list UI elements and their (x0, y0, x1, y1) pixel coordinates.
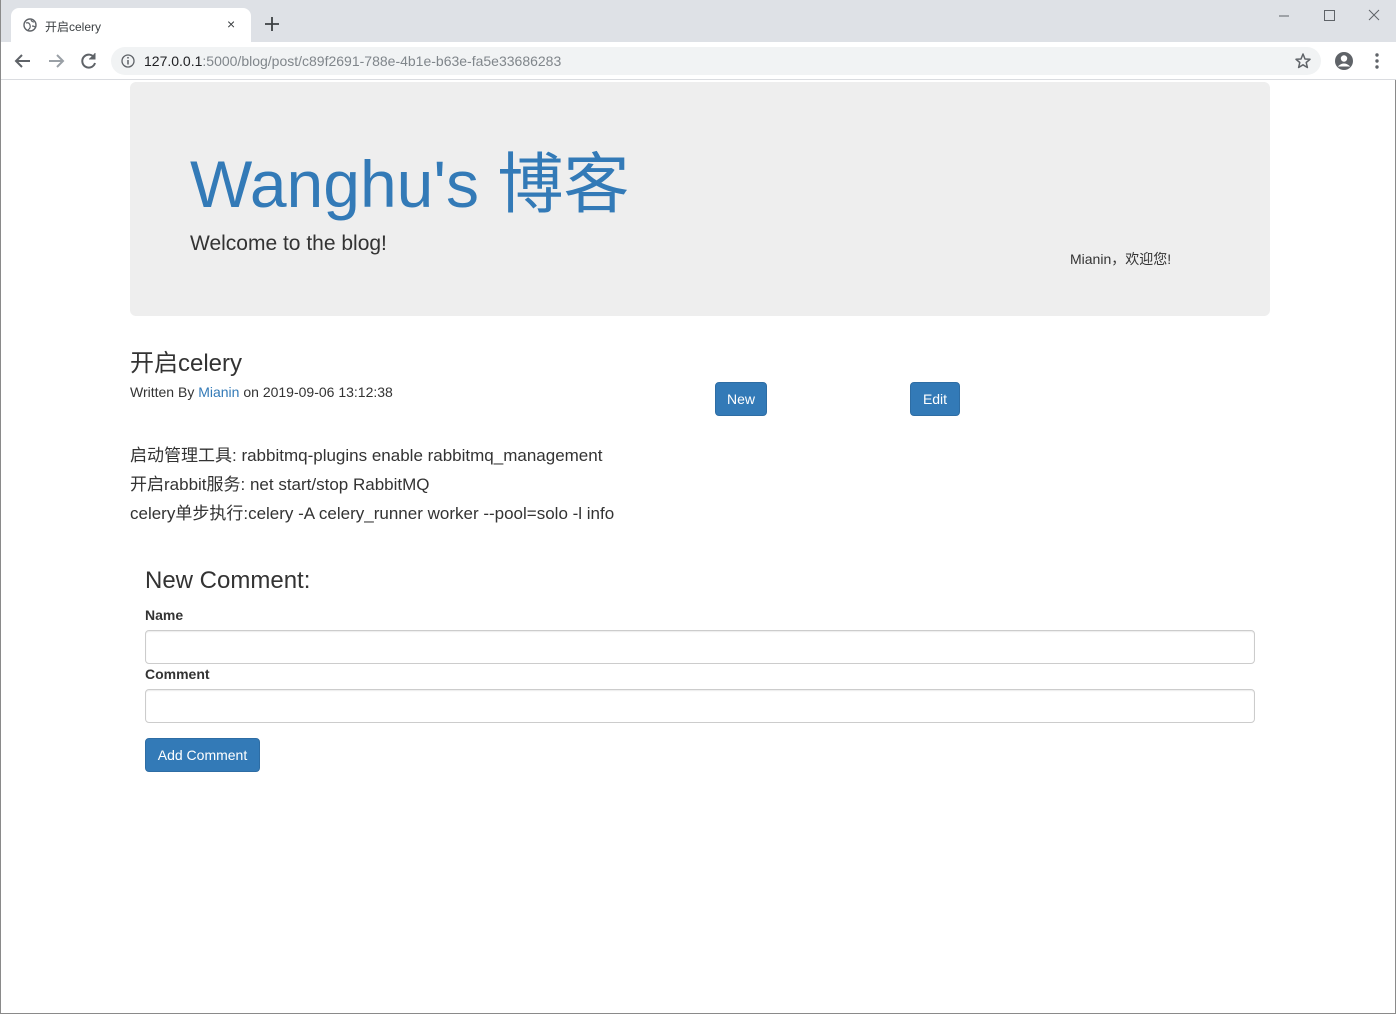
kebab-menu-icon[interactable] (1369, 51, 1385, 71)
url-text: 127.0.0.1:5000/blog/post/c89f2691-788e-4… (144, 53, 561, 69)
reload-icon[interactable] (79, 51, 99, 71)
close-window-icon[interactable] (1359, 6, 1389, 26)
url-path: :5000/blog/post/c89f2691-788e-4b1e-b63e-… (202, 53, 562, 69)
post-body: 启动管理工具: rabbitmq-plugins enable rabbitmq… (130, 441, 614, 528)
site-subtitle: Welcome to the blog! (190, 232, 387, 255)
comment-form: New Comment: Name Comment Add Comment (145, 566, 1255, 772)
minimize-icon[interactable] (1269, 6, 1299, 26)
browser-window: 开启celery × 127.0.0.1:5000/blog/post/c89f… (0, 0, 1396, 1014)
post-line: celery单步执行:celery -A celery_runner worke… (130, 504, 615, 523)
author-link[interactable]: Mianin (198, 384, 239, 400)
new-tab-icon[interactable] (263, 15, 281, 33)
tab-strip: 开启celery × (1, 0, 1396, 42)
info-icon[interactable] (121, 54, 135, 68)
url-host: 127.0.0.1 (144, 53, 203, 69)
forward-icon[interactable] (46, 51, 66, 71)
post-line: 开启rabbit服务: net start/stop RabbitMQ (130, 475, 430, 494)
browser-toolbar: 127.0.0.1:5000/blog/post/c89f2691-788e-4… (1, 42, 1396, 80)
maximize-icon[interactable] (1314, 6, 1344, 26)
globe-icon (23, 18, 37, 32)
comment-input[interactable] (145, 689, 1255, 723)
new-post-button[interactable]: New (715, 382, 767, 416)
welcome-message: Mianin，欢迎您! (1070, 251, 1172, 267)
post-byline: Written By Mianin on 2019-09-06 13:12:38 (130, 384, 393, 400)
name-input[interactable] (145, 630, 1255, 664)
bookmark-star-icon[interactable] (1294, 52, 1312, 70)
address-bar[interactable]: 127.0.0.1:5000/blog/post/c89f2691-788e-4… (111, 47, 1321, 75)
profile-icon[interactable] (1334, 51, 1354, 71)
comment-form-heading: New Comment: (145, 567, 311, 594)
name-label: Name (145, 607, 184, 623)
post-timestamp: 2019-09-06 13:12:38 (262, 384, 393, 400)
add-comment-button[interactable]: Add Comment (145, 738, 260, 772)
jumbotron-header: Wanghu's 博客 Welcome to the blog! Mianin，… (130, 82, 1270, 316)
comment-label: Comment (145, 666, 210, 682)
tab-title: 开启celery (45, 20, 102, 34)
post-line: 启动管理工具: rabbitmq-plugins enable rabbitmq… (130, 446, 603, 465)
byline-prefix: Written By (130, 384, 199, 400)
byline-mid: on (239, 384, 263, 400)
edit-post-button[interactable]: Edit (910, 382, 960, 416)
post-title: 开启celery (130, 350, 243, 377)
site-title: Wanghu's 博客 (190, 147, 630, 221)
browser-tab[interactable]: 开启celery × (11, 8, 251, 42)
back-icon[interactable] (13, 51, 33, 71)
tab-close-icon[interactable]: × (227, 17, 235, 31)
